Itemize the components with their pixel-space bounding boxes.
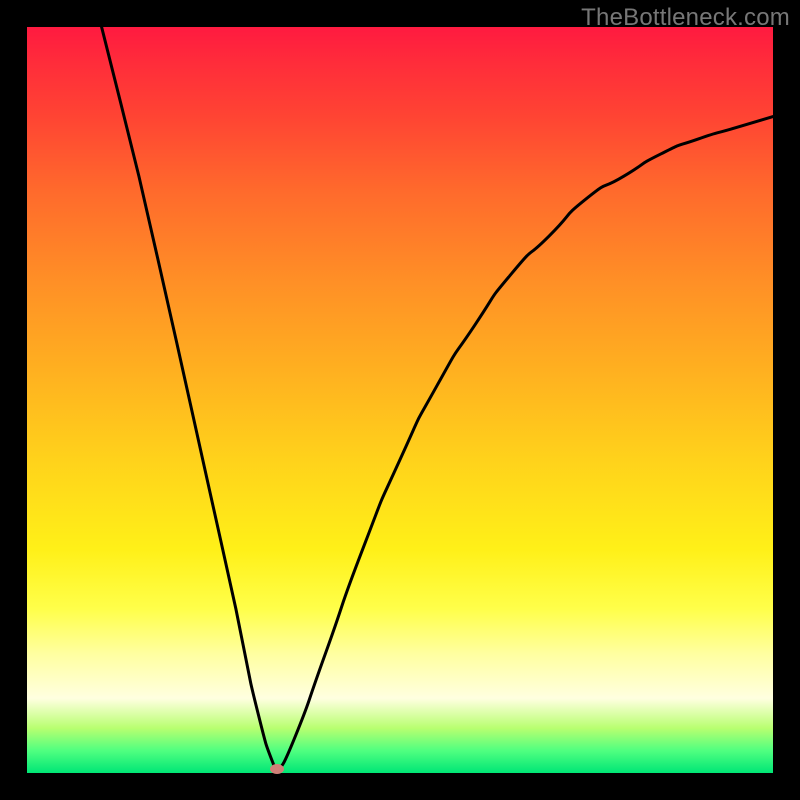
chart-frame: TheBottleneck.com xyxy=(0,0,800,800)
plot-area xyxy=(27,27,773,773)
curve-svg xyxy=(27,27,773,773)
bottleneck-curve xyxy=(102,27,773,773)
optimum-marker xyxy=(270,764,284,774)
